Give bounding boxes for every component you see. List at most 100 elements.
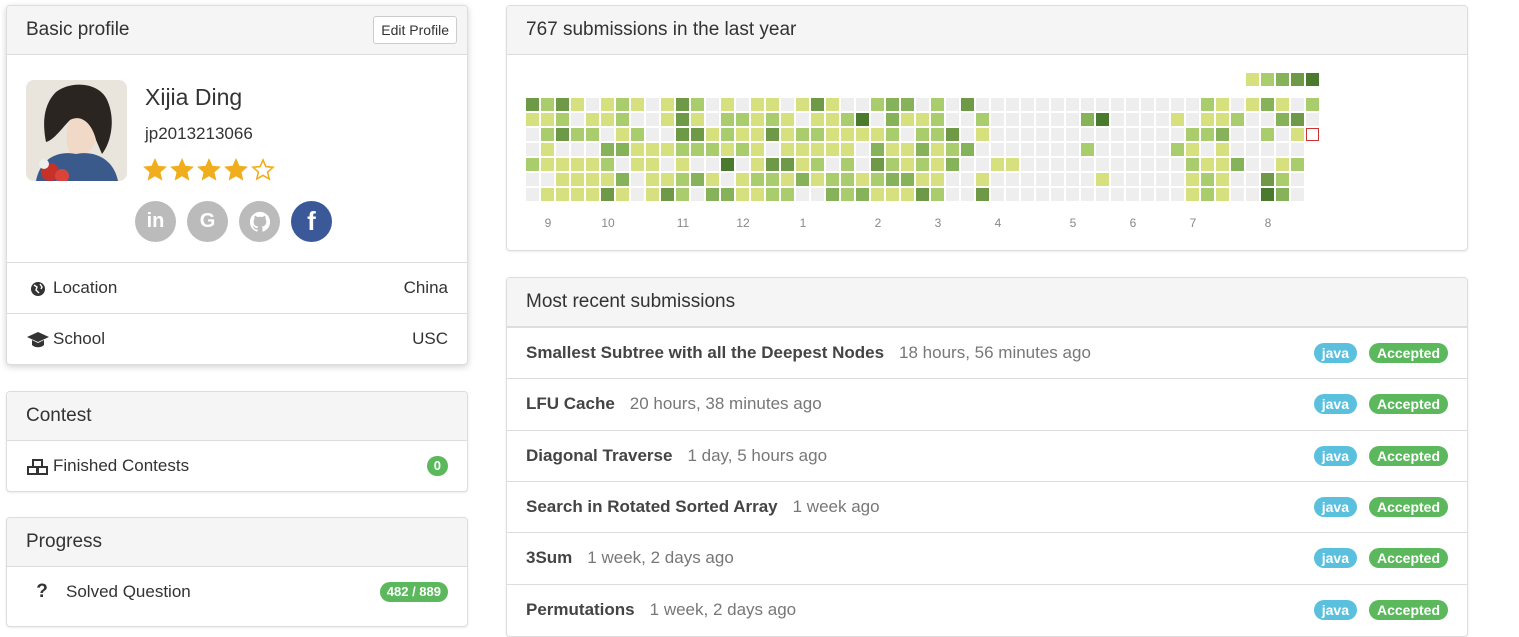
submission-title-link[interactable]: Permutations 1 week, 2 days ago xyxy=(526,585,796,635)
heatmap-cell xyxy=(961,158,974,171)
heatmap-cell xyxy=(976,113,989,126)
heatmap-cell xyxy=(706,158,719,171)
submission-title[interactable]: Smallest Subtree with all the Deepest No… xyxy=(526,343,884,362)
edit-profile-button[interactable]: Edit Profile xyxy=(373,16,457,44)
solved-question-label: Solved Question xyxy=(66,582,191,601)
heatmap-cell xyxy=(1066,143,1079,156)
heatmap-cell xyxy=(1156,188,1169,201)
list-item[interactable]: 3Sum 1 week, 2 days ago java Accepted xyxy=(507,532,1467,583)
heatmap-cell xyxy=(886,143,899,156)
heatmap-cell xyxy=(1006,143,1019,156)
heatmap-cell xyxy=(796,128,809,141)
submission-title[interactable]: LFU Cache xyxy=(526,394,615,413)
list-item[interactable]: LFU Cache 20 hours, 38 minutes ago java Acc… xyxy=(507,378,1467,429)
heatmap-cell xyxy=(1186,98,1199,111)
heatmap-cell xyxy=(1051,128,1064,141)
submission-title[interactable]: 3Sum xyxy=(526,548,572,567)
user-handle: jp2013213066 xyxy=(145,124,253,143)
heatmap-cell xyxy=(1231,143,1244,156)
submission-time: 18 hours, 56 minutes ago xyxy=(899,343,1091,362)
heatmap-cell xyxy=(646,173,659,186)
heatmap-cell xyxy=(1051,143,1064,156)
submission-title-link[interactable]: 3Sum 1 week, 2 days ago xyxy=(526,533,734,583)
submission-title[interactable]: Permutations xyxy=(526,600,635,619)
submission-title-link[interactable]: LFU Cache 20 hours, 38 minutes ago xyxy=(526,379,822,429)
list-item[interactable]: Diagonal Traverse 1 day, 5 hours ago java A… xyxy=(507,429,1467,481)
heatmap-cell xyxy=(886,113,899,126)
heatmap-cell xyxy=(721,188,734,201)
heatmap-cell xyxy=(991,113,1004,126)
heatmap-cell xyxy=(766,113,779,126)
heatmap-cell xyxy=(571,143,584,156)
heatmap-cell xyxy=(691,173,704,186)
heatmap-cell xyxy=(931,188,944,201)
heatmap-cell xyxy=(586,128,599,141)
heatmap-cell xyxy=(556,158,569,171)
heatmap-month-label: 11 xyxy=(677,216,690,230)
facebook-icon[interactable]: f xyxy=(291,201,332,242)
linkedin-icon[interactable]: in xyxy=(135,201,176,242)
rating-stars xyxy=(143,158,275,187)
status-badge: Accepted xyxy=(1368,394,1448,415)
heatmap-cell xyxy=(1081,143,1094,156)
heatmap-cell xyxy=(676,98,689,111)
heatmap-cell xyxy=(886,98,899,111)
heatmap-cell xyxy=(1261,113,1274,126)
recent-submissions-header: Most recent submissions xyxy=(507,278,1467,327)
heatmap-cell xyxy=(736,188,749,201)
heatmap-legend-swatch xyxy=(1261,73,1274,86)
heatmap-cell xyxy=(1156,113,1169,126)
heatmap-cell xyxy=(976,143,989,156)
school-row: School USC xyxy=(7,313,467,364)
heatmap-cell xyxy=(796,158,809,171)
heatmap-cell xyxy=(946,128,959,141)
heatmap-cell xyxy=(1126,113,1139,126)
github-icon[interactable] xyxy=(239,201,280,242)
finished-contests-row: Finished Contests 0 xyxy=(7,441,467,492)
heatmap-cell xyxy=(901,188,914,201)
language-badge: java xyxy=(1313,445,1357,466)
heatmap-cell xyxy=(766,143,779,156)
heatmap-cell xyxy=(1141,128,1154,141)
star-filled-icon xyxy=(170,158,194,187)
heatmap-cell xyxy=(1096,158,1109,171)
heatmap-cell xyxy=(1276,158,1289,171)
heatmap-cell xyxy=(841,188,854,201)
heatmap-cell xyxy=(1216,188,1229,201)
heatmap-cell xyxy=(901,98,914,111)
heatmap-cell xyxy=(1246,98,1259,111)
heatmap-cell xyxy=(751,128,764,141)
heatmap-cell xyxy=(961,113,974,126)
submission-title[interactable]: Diagonal Traverse xyxy=(526,446,672,465)
heatmap-cell xyxy=(916,143,929,156)
submission-title-link[interactable]: Search in Rotated Sorted Array 1 week ago xyxy=(526,482,880,532)
heatmap-cell xyxy=(961,98,974,111)
heatmap-cell xyxy=(1066,173,1079,186)
heatmap-cell xyxy=(1261,173,1274,186)
heatmap-cell xyxy=(916,113,929,126)
heatmap-cell xyxy=(961,128,974,141)
list-item[interactable]: Permutations 1 week, 2 days ago java Accept… xyxy=(507,583,1467,635)
heatmap-cell xyxy=(571,98,584,111)
google-icon[interactable]: G xyxy=(187,201,228,242)
heatmap-cell xyxy=(526,158,539,171)
heatmap-cell xyxy=(526,113,539,126)
list-item[interactable]: Smallest Subtree with all the Deepest No… xyxy=(507,327,1467,378)
submission-title-link[interactable]: Diagonal Traverse 1 day, 5 hours ago xyxy=(526,431,827,481)
heatmap-cell xyxy=(766,188,779,201)
heatmap-cell xyxy=(1186,113,1199,126)
heatmap-cell xyxy=(601,143,614,156)
heatmap-cell xyxy=(646,113,659,126)
submission-title-link[interactable]: Smallest Subtree with all the Deepest No… xyxy=(526,328,1091,378)
heatmap-month-label: 3 xyxy=(935,216,942,230)
heatmap-cell xyxy=(1096,128,1109,141)
heatmap-cell xyxy=(1156,98,1169,111)
heatmap-cell xyxy=(1171,143,1184,156)
list-item[interactable]: Search in Rotated Sorted Array 1 week ago… xyxy=(507,480,1467,532)
heatmap-cell xyxy=(541,188,554,201)
heatmap-cell xyxy=(1201,113,1214,126)
status-badge: Accepted xyxy=(1368,496,1448,517)
submission-time: 1 week, 2 days ago xyxy=(649,599,797,619)
heatmap-cell xyxy=(1246,113,1259,126)
submission-title[interactable]: Search in Rotated Sorted Array xyxy=(526,497,778,516)
